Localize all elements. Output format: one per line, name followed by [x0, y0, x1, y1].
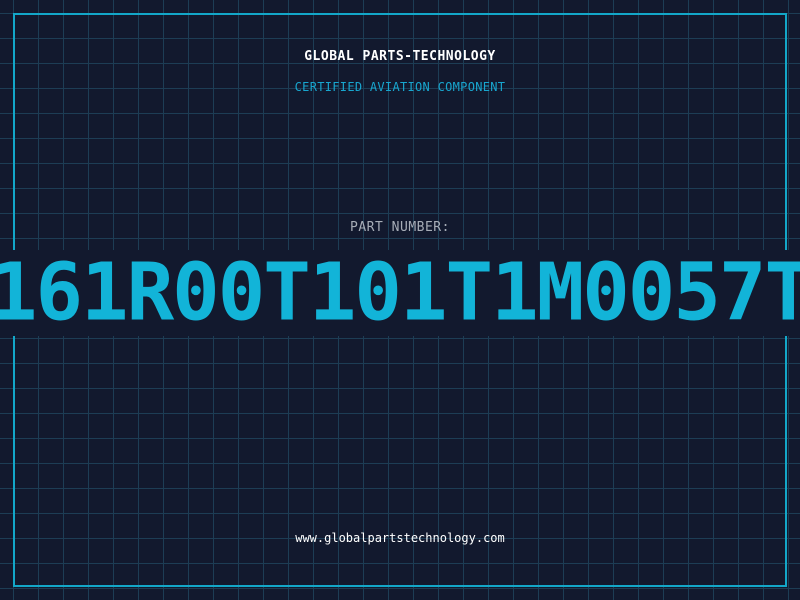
part-number-label: PART NUMBER: [350, 220, 450, 235]
company-name: GLOBAL PARTS-TECHNOLOGY [304, 49, 496, 64]
part-number-band: M161R00T101T1M0057T2 [0, 250, 800, 336]
website-url: www.globalpartstechnology.com [295, 531, 505, 545]
part-number-value: M161R00T101T1M0057T2 [0, 250, 800, 336]
certification-subtitle: CERTIFIED AVIATION COMPONENT [294, 80, 506, 94]
